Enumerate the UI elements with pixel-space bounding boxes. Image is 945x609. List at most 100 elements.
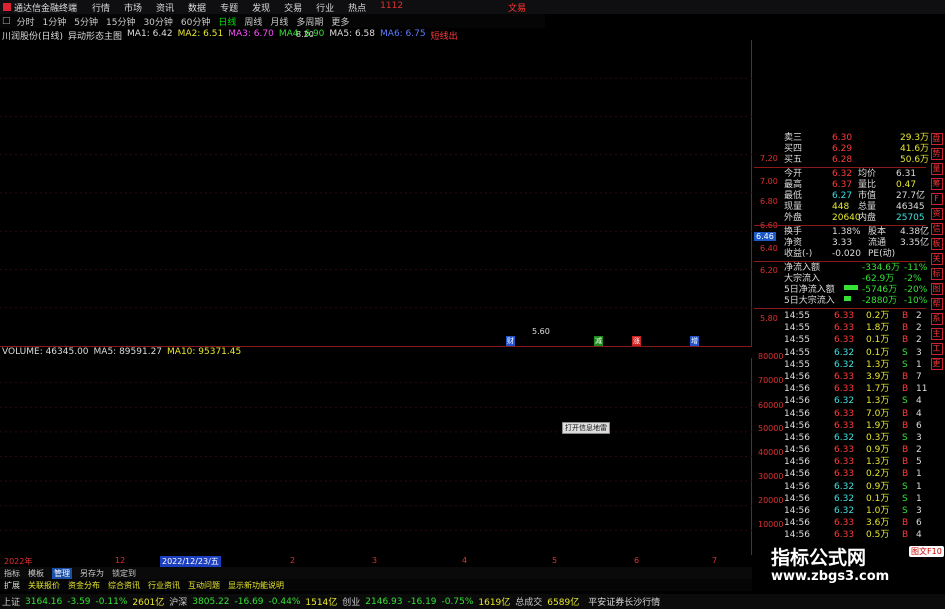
sidebar-tool-icon[interactable]: 系 [930, 313, 943, 325]
tab-extend[interactable]: 扩展 [4, 580, 20, 591]
sidebar-tool-icon[interactable]: 盘 [930, 133, 943, 145]
sidebar-tool-icon[interactable]: 帮 [930, 298, 943, 310]
tick-time: 14:56 [784, 457, 810, 468]
tab-lock[interactable]: 锁定到 [112, 568, 136, 579]
period-daily[interactable]: 日线 [218, 15, 236, 28]
tab-industry-news[interactable]: 行业资讯 [148, 580, 180, 591]
menu-item-trade[interactable]: 交易 [284, 1, 302, 14]
tab-save-as[interactable]: 另存为 [80, 568, 104, 579]
period-5min[interactable]: 5分钟 [74, 15, 98, 28]
fund-flow-row[interactable]: 大宗流入 -62.9万 -2% [754, 274, 926, 285]
quote-divider [754, 308, 926, 309]
index-change: -16.69 [234, 596, 264, 607]
menu-item-industry[interactable]: 行业 [316, 1, 334, 14]
sidebar-tool-icon[interactable]: 信 [930, 223, 943, 235]
flow-label: 净流入额 [784, 263, 821, 273]
menu-item-hotspot[interactable]: 热点 [348, 1, 366, 14]
signal-tag-add[interactable]: 增 [690, 336, 699, 346]
tick-time: 14:56 [784, 481, 810, 492]
tick-count: 1 [916, 469, 922, 480]
menu-item-data[interactable]: 数据 [188, 1, 206, 14]
period-30min[interactable]: 30分钟 [143, 15, 172, 28]
period-timeshare[interactable]: 分时 [17, 15, 35, 28]
menu-item-discover[interactable]: 发现 [252, 1, 270, 14]
menu-item-market[interactable]: 市场 [124, 1, 142, 14]
tick-side: B [902, 530, 909, 541]
tick-volume: 0.2万 [866, 311, 890, 321]
period-1min[interactable]: 1分钟 [43, 15, 67, 28]
signal-tag-rise[interactable]: 涨 [632, 336, 641, 346]
menu-item-news[interactable]: 资讯 [156, 1, 174, 14]
signal-tag-fin[interactable]: 财 [506, 336, 515, 346]
order-book-row[interactable]: 卖三 6.30 29.3万 [754, 133, 929, 144]
tick-row: 14:55 6.33 0.1万 B 2 [754, 334, 926, 346]
tick-time: 14:56 [784, 420, 810, 431]
tab-indicator[interactable]: 指标 [4, 568, 20, 579]
tab-news[interactable]: 综合资讯 [108, 580, 140, 591]
period-monthly[interactable]: 月线 [270, 15, 288, 28]
sidebar-tool-icon[interactable]: 更 [930, 358, 943, 370]
tab-template[interactable]: 模板 [28, 568, 44, 579]
tab-manage[interactable]: 管理 [52, 567, 72, 579]
tick-price: 6.33 [834, 530, 855, 541]
tab-new-features[interactable]: 显示新功能说明 [228, 580, 284, 591]
sidebar-tool-icon[interactable]: 标 [930, 268, 943, 280]
period-multi[interactable]: 多周期 [296, 15, 323, 28]
index-name[interactable]: 沪深 [169, 595, 187, 608]
tick-time: 14:55 [784, 359, 810, 370]
fund-flow-row[interactable]: 5日净流入额 -5746万 -20% [754, 285, 927, 296]
tick-row: 14:55 6.32 1.3万 S 1 [754, 359, 926, 371]
sidebar-tool-icon[interactable]: 筹 [930, 178, 943, 190]
sidebar-tool-icon[interactable]: F [930, 193, 943, 205]
period-15min[interactable]: 15分钟 [106, 15, 135, 28]
tick-volume: 1.8万 [866, 323, 890, 334]
signal-tag-cut[interactable]: 减 [594, 336, 603, 346]
candlestick-svg[interactable] [0, 40, 752, 346]
fund-flow-row[interactable]: 净流入额 -334.6万 -11% [754, 263, 927, 274]
close-square-icon[interactable]: □ [2, 16, 11, 26]
index-value: 2146.93 [365, 596, 403, 607]
tab-fund-distribution[interactable]: 资金分布 [68, 580, 100, 591]
flow-pct: -10% [904, 296, 928, 306]
volume-chart[interactable]: 80000 70000 60000 50000 40000 30000 2000… [0, 352, 783, 555]
order-book-row[interactable]: 买四 6.29 41.6万 [754, 144, 929, 155]
order-book-row[interactable]: 买五 6.28 50.6万 [754, 155, 929, 166]
sidebar-tool-icon[interactable]: 量 [930, 163, 943, 175]
tick-price: 6.33 [834, 445, 855, 456]
menu-item-quotes[interactable]: 行情 [92, 1, 110, 14]
flow-pct: -2% [904, 274, 922, 284]
tick-time: 14:55 [784, 323, 810, 334]
sidebar-tool-icon[interactable]: 关 [930, 253, 943, 265]
book-label: 买四 [784, 144, 803, 154]
f10-badge[interactable]: 图文F10 [909, 546, 944, 557]
sidebar-tool-icon[interactable]: 资 [930, 208, 943, 220]
broker-feed: 平安证券长沙行情 [588, 598, 661, 608]
index-amount: 2601亿 [132, 598, 165, 608]
menu-item-code[interactable]: 1112 [380, 1, 403, 14]
tick-count: 6 [916, 420, 922, 431]
menu-item-topics[interactable]: 专题 [220, 1, 238, 14]
tab-related-quotes[interactable]: 关联报价 [28, 580, 60, 591]
stat-label: 均价 [858, 169, 877, 179]
period-60min[interactable]: 60分钟 [181, 15, 210, 28]
volume-svg[interactable] [0, 358, 752, 555]
tick-count: 7 [916, 371, 922, 382]
period-weekly[interactable]: 周线 [244, 15, 262, 28]
fund-flow-row[interactable]: 5日大宗流入 -2880万 -10% [754, 296, 928, 307]
tick-price: 6.32 [834, 347, 855, 358]
sidebar-tool-icon[interactable]: 图 [930, 283, 943, 295]
volume-value: VOLUME: 46345.00 [2, 347, 89, 357]
sidebar-tool-icon[interactable]: 主 [930, 328, 943, 340]
sidebar-tool-icon[interactable]: 板 [930, 238, 943, 250]
period-more[interactable]: 更多 [331, 15, 349, 28]
info-mine-tooltip[interactable]: 打开信息地雷 [562, 422, 610, 434]
sidebar-tool-icon[interactable]: 势 [930, 148, 943, 160]
index-change: -3.59 [67, 596, 91, 607]
sidebar-tool-icon[interactable]: 工 [930, 343, 943, 355]
candlestick-chart[interactable]: 7.20 7.00 6.80 6.60 6.40 6.20 5.80 6.46 … [0, 30, 778, 346]
tick-volume: 1.3万 [866, 396, 890, 407]
index-name[interactable]: 上证 [2, 595, 20, 608]
tick-count: 2 [916, 323, 922, 334]
tab-interaction[interactable]: 互动问题 [188, 580, 220, 591]
index-name[interactable]: 创业 [342, 595, 360, 608]
